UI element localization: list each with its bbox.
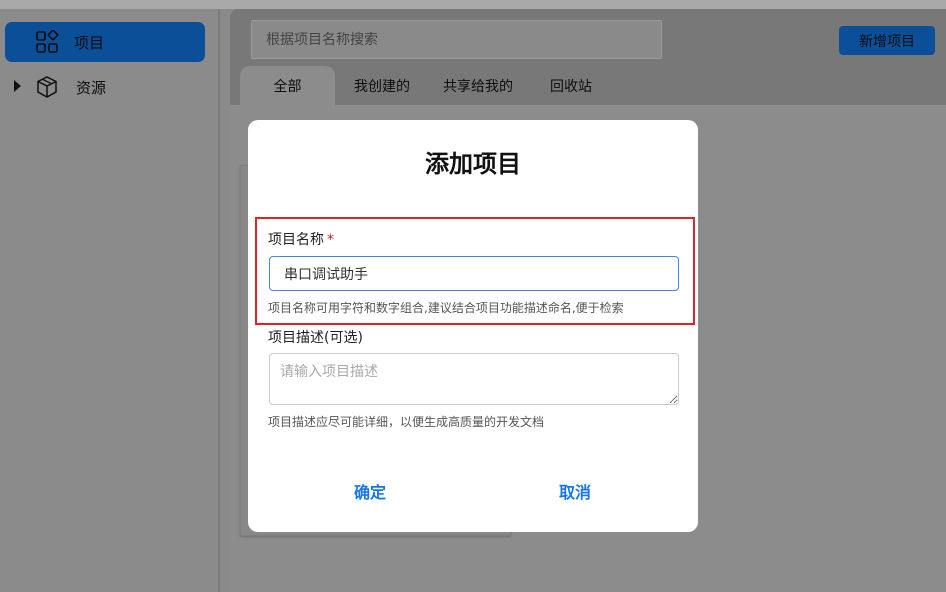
sidebar-item-label: 资源 <box>76 78 107 97</box>
project-description-hint: 项目描述应尽可能详细，以便生成高质量的开发文档 <box>268 415 545 429</box>
top-bar <box>0 0 946 9</box>
grid-apps-icon <box>36 30 59 53</box>
search-input[interactable] <box>251 20 662 59</box>
project-name-label: 项目名称 * <box>268 232 334 248</box>
sidebar-item-projects[interactable]: 项目 <box>5 22 205 62</box>
sidebar-item-label: 项目 <box>74 33 105 52</box>
tab-shared-with-me[interactable]: 共享给我的 <box>430 66 526 105</box>
project-name-input[interactable] <box>269 256 679 291</box>
project-description-label: 项目描述(可选) <box>268 330 363 346</box>
tab-all[interactable]: 全部 <box>240 66 335 105</box>
project-description-input[interactable] <box>269 353 679 405</box>
project-name-hint: 项目名称可用字符和数字组合,建议结合项目功能描述命名,便于检索 <box>268 301 624 315</box>
tab-created-by-me[interactable]: 我创建的 <box>342 66 422 105</box>
tab-recycle-bin[interactable]: 回收站 <box>536 66 606 105</box>
expand-caret-icon[interactable] <box>14 80 21 92</box>
sidebar-item-resources[interactable]: 资源 <box>5 67 205 107</box>
new-project-button[interactable]: 新增项目 <box>839 26 935 55</box>
sidebar: 项目 资源 <box>0 9 220 592</box>
required-mark: * <box>327 232 334 248</box>
confirm-button[interactable]: 确定 <box>330 478 410 504</box>
header-band: 新增项目 全部 我创建的 共享给我的 回收站 <box>230 9 946 105</box>
cancel-button[interactable]: 取消 <box>535 478 615 504</box>
cube-box-icon <box>37 76 57 98</box>
dialog-title: 添加项目 <box>425 150 521 178</box>
add-project-dialog: 添加项目 项目名称* 项目名称可用字符和数字组合,建议结合项目功能描述命名,便于… <box>248 120 698 532</box>
